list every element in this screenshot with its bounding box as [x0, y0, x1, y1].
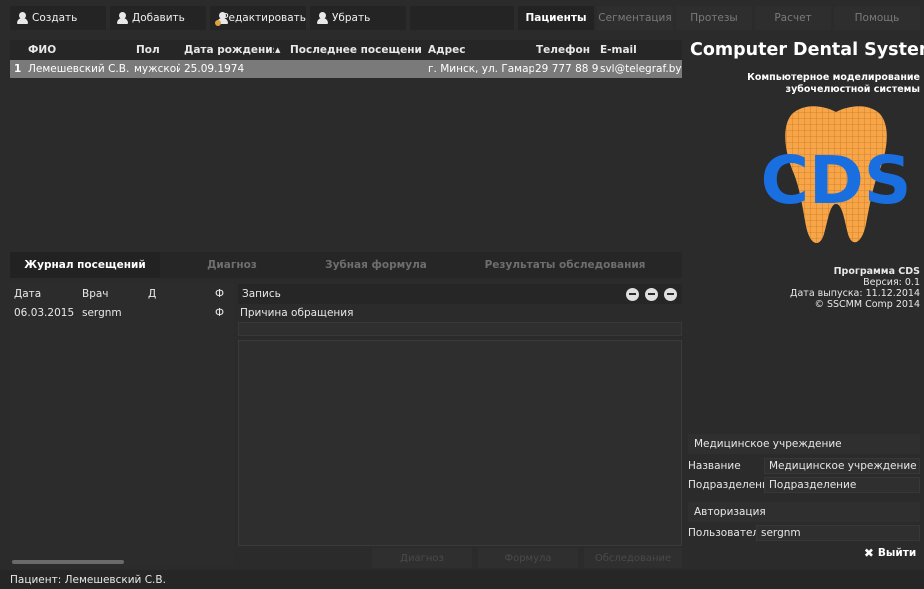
row-email: svl@telegraf.by	[600, 63, 682, 75]
remove-record-icon[interactable]	[664, 288, 677, 301]
patients-table-header: ФИО Пол Дата рождения ▲ Последнее посеще…	[10, 40, 682, 60]
user-label: Пользователь	[688, 527, 766, 539]
tab-dental-formula[interactable]: Зубная формула	[304, 252, 448, 278]
row-phone: 29 777 88 99	[535, 63, 599, 75]
row-sex: мужской	[134, 63, 180, 75]
institution-name-label: Название	[688, 460, 741, 472]
col-last-visit[interactable]: Последнее посещение	[290, 40, 422, 60]
institution-name-field[interactable]: Медицинское учреждение	[764, 458, 920, 474]
tooth-icon: CDS	[761, 106, 912, 244]
tab-visit-log[interactable]: Журнал посещений	[10, 252, 160, 278]
user-remove-icon	[316, 11, 329, 25]
program-name: Программа CDS	[833, 266, 920, 277]
tab-exam-results[interactable]: Результаты обследования	[448, 252, 682, 278]
col-doctor[interactable]: Врач	[82, 284, 122, 304]
col-sex[interactable]: Пол	[136, 40, 176, 60]
row-name: Лемешевский С.В.	[28, 63, 130, 75]
create-button-label: Создать	[32, 12, 78, 24]
remove-button[interactable]: Убрать	[310, 6, 406, 30]
diagnosis-button[interactable]: Диагноз	[372, 548, 472, 568]
col-name[interactable]: ФИО	[28, 40, 128, 60]
col-date[interactable]: Дата	[14, 284, 54, 304]
row-last-visit	[290, 60, 422, 78]
tab-diagnosis[interactable]: Диагноз	[160, 252, 304, 278]
exit-button-label: Выйти	[877, 547, 917, 559]
toolbar-spacer	[410, 6, 514, 30]
user-edit-icon	[215, 11, 228, 26]
tab-help[interactable]: Помощь	[834, 6, 920, 30]
app-title: Computer Dental System	[690, 40, 924, 60]
subtitle-line-2: зубочелюстной системы	[785, 84, 920, 95]
record-header: Запись	[238, 284, 682, 304]
visit-f: Ф	[215, 307, 225, 319]
auth-header: Авторизация	[688, 502, 920, 522]
col-email[interactable]: E-mail	[600, 40, 660, 60]
col-phone[interactable]: Телефон	[536, 40, 592, 60]
cds-logo: CDS	[750, 100, 922, 250]
cds-logo-text: CDS	[761, 142, 912, 219]
patients-table: ФИО Пол Дата рождения ▲ Последнее посеще…	[10, 40, 682, 246]
visit-doctor: sergnm	[82, 307, 122, 319]
sort-ascending-icon: ▲	[275, 46, 281, 54]
program-release: Дата выпуска: 11.12.2014	[790, 288, 920, 299]
close-icon: ✖	[863, 546, 874, 560]
horizontal-scrollbar[interactable]	[12, 560, 124, 564]
col-dob[interactable]: Дата рождения	[184, 40, 274, 60]
exit-button[interactable]: ✖ Выйти	[860, 544, 920, 562]
department-field[interactable]: Подразделение	[764, 477, 920, 493]
subtitle-line-1: Компьютерное моделирование	[747, 72, 920, 83]
user-field[interactable]: sergnm	[756, 525, 920, 541]
tab-calculation[interactable]: Расчет	[755, 6, 831, 30]
program-info: Программа CDS Версия: 0.1 Дата выпуска: …	[690, 266, 920, 310]
edit-button[interactable]: Редактировать	[210, 6, 306, 30]
record-header-label: Запись	[242, 288, 281, 300]
edit-record-icon[interactable]	[645, 288, 658, 301]
status-text: Пациент: Лемешевский С.В.	[10, 573, 166, 586]
row-address: г. Минск, ул. Гамар…	[428, 63, 534, 75]
add-button-label: Добавить	[132, 12, 185, 24]
status-bar: Пациент: Лемешевский С.В.	[0, 570, 924, 589]
visit-date: 06.03.2015	[14, 307, 75, 319]
examination-button[interactable]: Обследование	[584, 548, 682, 568]
col-address[interactable]: Адрес	[428, 40, 508, 60]
add-record-icon[interactable]	[626, 288, 639, 301]
tab-patients[interactable]: Пациенты	[518, 6, 594, 30]
user-add-icon	[16, 11, 29, 25]
visit-d	[148, 304, 168, 322]
create-button[interactable]: Создать	[10, 6, 106, 30]
tab-segmentation[interactable]: Сегментация	[597, 6, 673, 30]
list-item[interactable]: 06.03.2015 sergnm Ф	[10, 304, 234, 322]
visits-header: Дата Врач Д Ф	[10, 284, 234, 304]
col-d[interactable]: Д	[148, 284, 168, 304]
remove-button-label: Убрать	[332, 12, 371, 24]
reason-label: Причина обращения	[240, 307, 354, 319]
tab-prostheses[interactable]: Протезы	[676, 6, 752, 30]
department-label: Подразделение	[688, 479, 776, 491]
col-num[interactable]	[12, 40, 26, 60]
visits-list	[10, 304, 234, 566]
app-subtitle: Компьютерное моделирование зубочелюстной…	[690, 72, 920, 96]
col-f[interactable]: Ф	[215, 284, 229, 304]
user-icon	[116, 11, 129, 25]
table-row[interactable]: 1 Лемешевский С.В. мужской 25.09.1974 г.…	[10, 60, 682, 78]
program-version: Версия: 0.1	[863, 277, 920, 288]
program-copyright: © SSCMM Comp 2014	[814, 299, 920, 310]
institution-header: Медицинское учреждение	[688, 434, 920, 454]
row-dob: 25.09.1974	[184, 63, 245, 75]
formula-button[interactable]: Формула	[478, 548, 578, 568]
row-num: 1	[14, 63, 22, 75]
edit-button-label: Редактировать	[222, 12, 306, 24]
add-button[interactable]: Добавить	[110, 6, 206, 30]
reason-field[interactable]	[238, 322, 682, 336]
record-text-area[interactable]	[238, 340, 682, 546]
